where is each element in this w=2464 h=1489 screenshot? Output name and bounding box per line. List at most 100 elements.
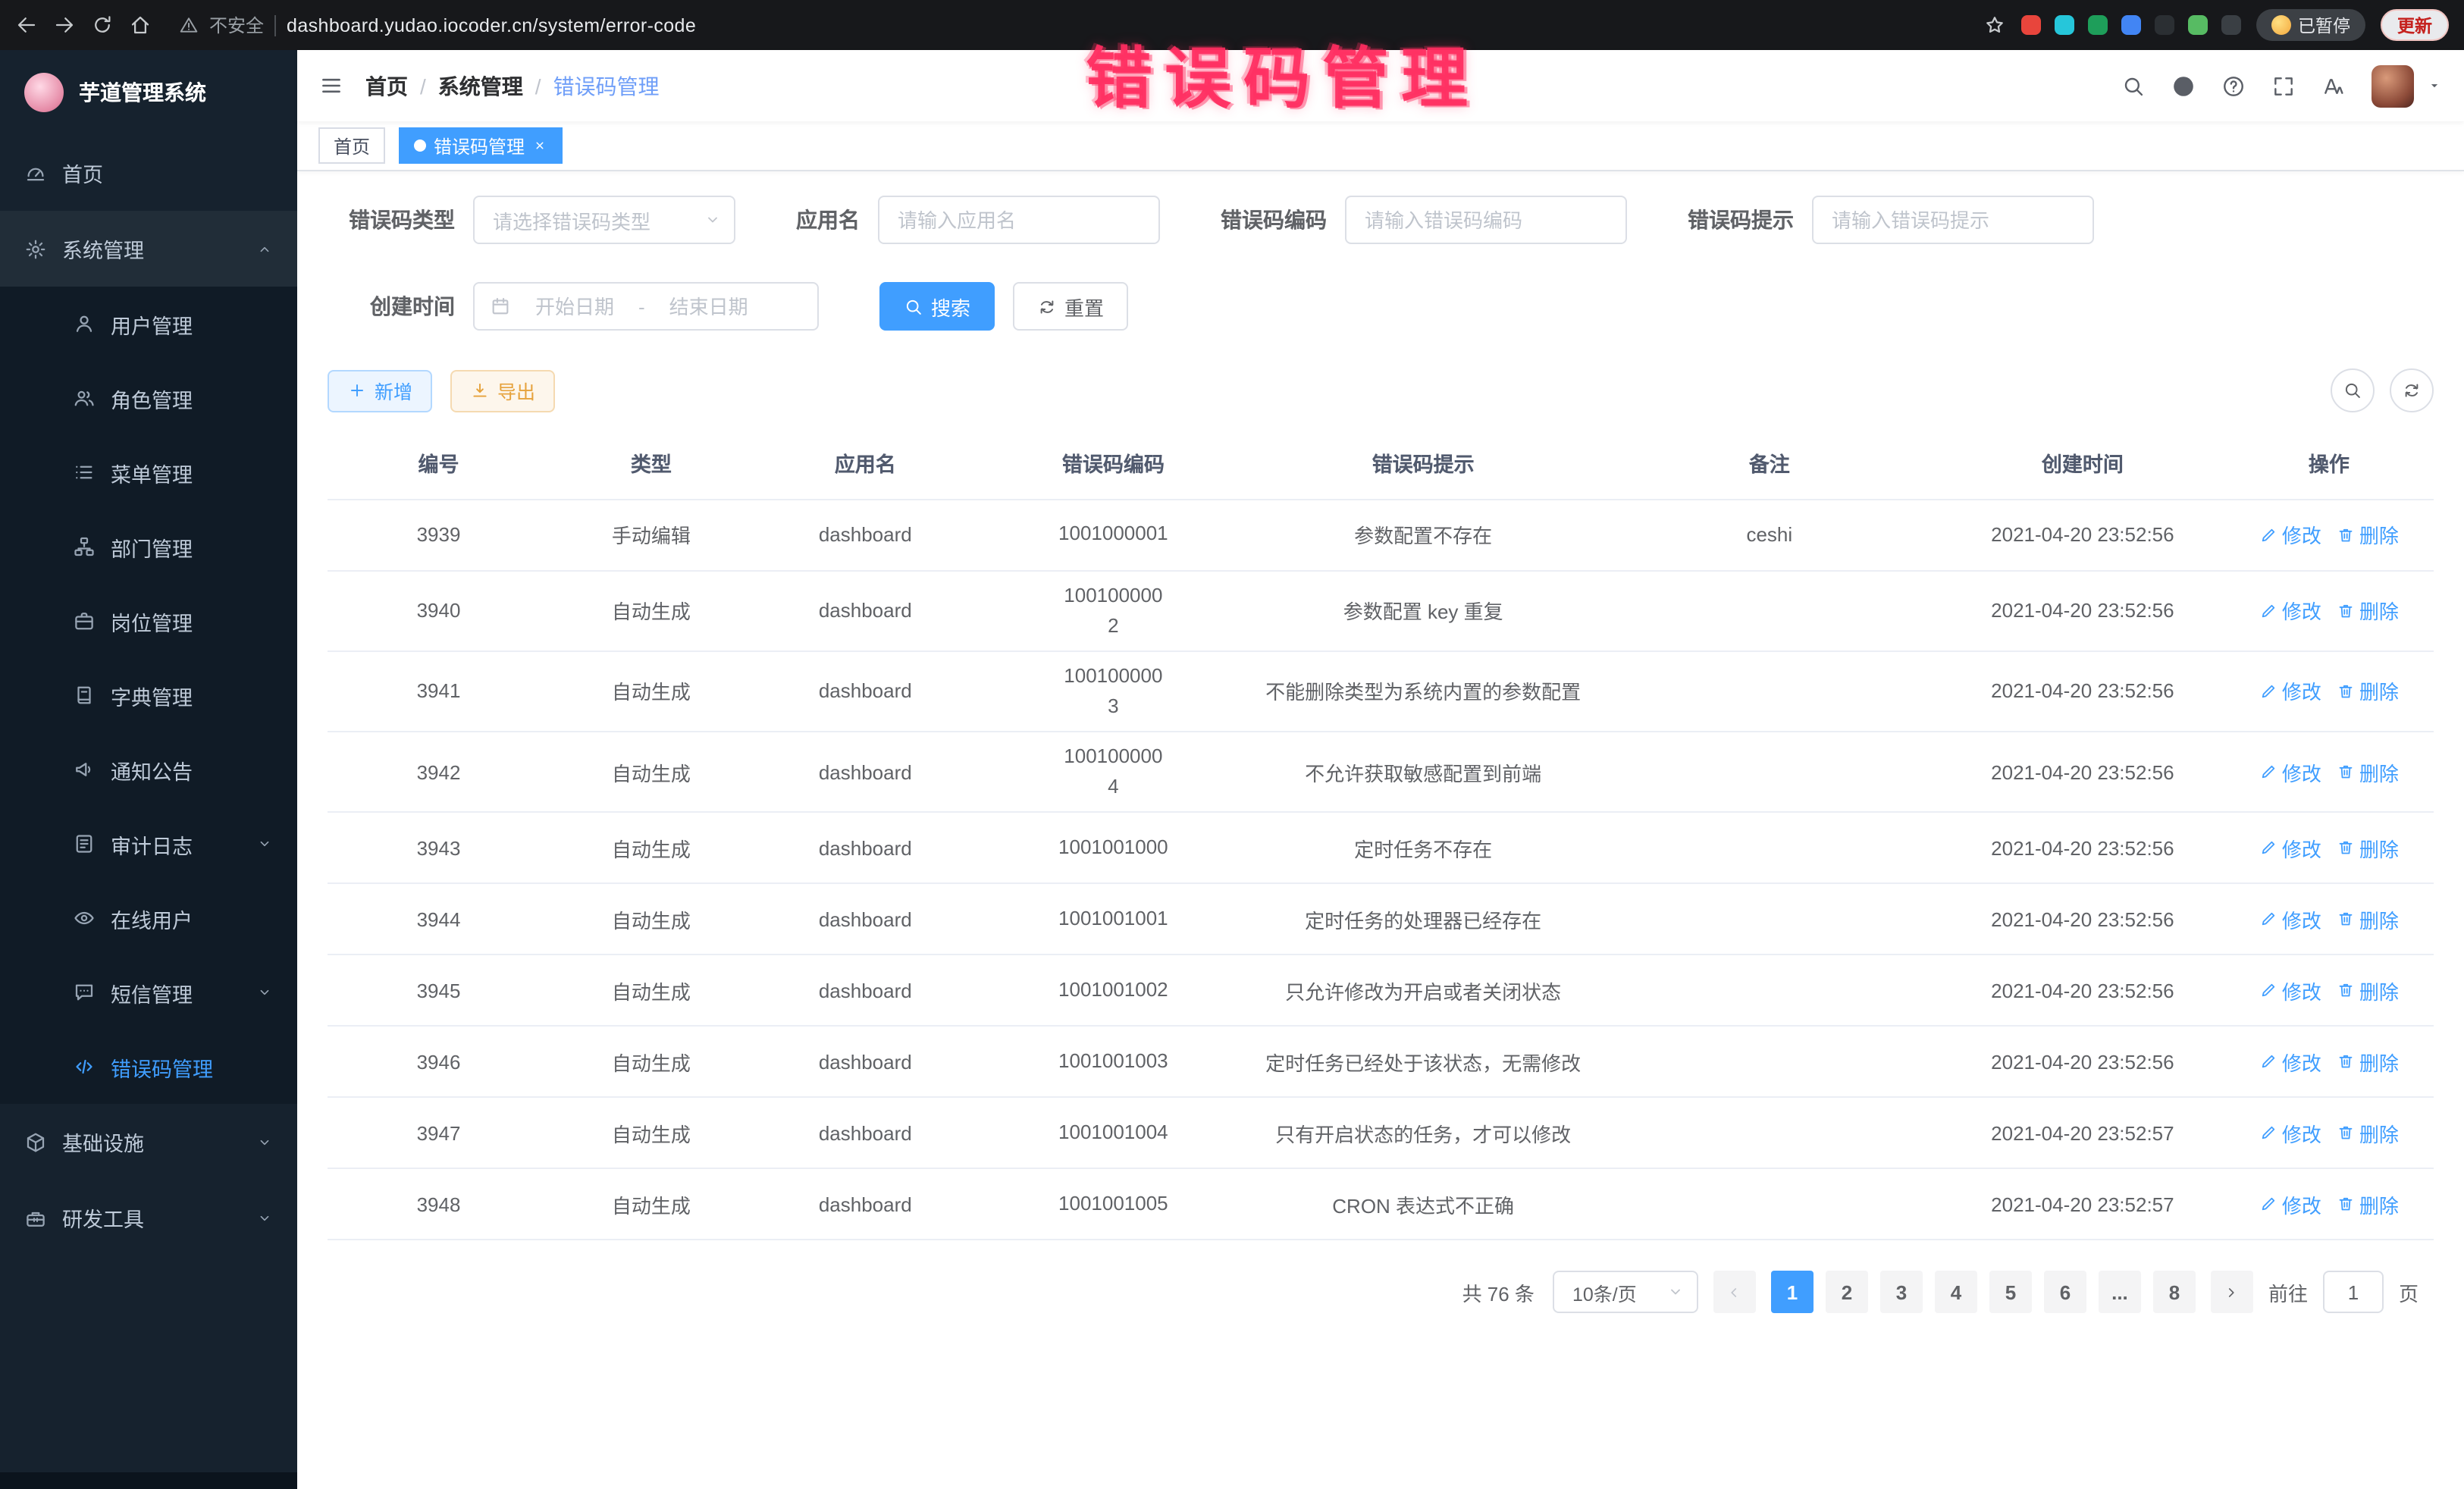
forward-icon[interactable] <box>53 14 76 36</box>
goto-page-input[interactable] <box>2323 1271 2384 1314</box>
back-icon[interactable] <box>15 14 38 36</box>
edit-link[interactable]: 修改 <box>2259 596 2321 625</box>
date-range-picker[interactable]: - <box>473 282 819 331</box>
fullscreen-icon[interactable] <box>2271 74 2296 98</box>
sidebar-item-dev-tool[interactable]: 研发工具 <box>0 1180 297 1255</box>
extension-icon[interactable] <box>2221 15 2240 35</box>
user-avatar[interactable] <box>2372 64 2414 107</box>
pager-page-1[interactable]: 1 <box>1771 1271 1814 1314</box>
breadcrumb-home[interactable]: 首页 <box>365 71 426 101</box>
update-pill[interactable]: 更新 <box>2381 9 2449 41</box>
sidebar-item-dict[interactable]: 字典管理 <box>0 658 297 732</box>
search-button[interactable]: 搜索 <box>879 282 995 331</box>
github-icon[interactable] <box>2171 74 2196 98</box>
sidebar-item-user[interactable]: 用户管理 <box>0 287 297 361</box>
edit-link[interactable]: 修改 <box>2259 834 2321 863</box>
close-icon[interactable] <box>532 138 547 153</box>
sidebar-item-sms[interactable]: 短信管理 <box>0 955 297 1030</box>
edit-link[interactable]: 修改 <box>2259 757 2321 786</box>
sidebar-item-audit-log[interactable]: 审计日志 <box>0 807 297 881</box>
delete-icon <box>2337 763 2355 781</box>
pager-more[interactable]: ... <box>2099 1271 2141 1314</box>
tag-label: 首页 <box>334 133 370 158</box>
logo[interactable]: 芋道管理系统 <box>0 50 297 135</box>
delete-link[interactable]: 删除 <box>2337 1190 2399 1219</box>
extension-icon[interactable] <box>2121 15 2140 35</box>
sidebar-item-online-user[interactable]: 在线用户 <box>0 881 297 955</box>
edit-link[interactable]: 修改 <box>2259 677 2321 706</box>
edit-link[interactable]: 修改 <box>2259 976 2321 1005</box>
refresh-table-button[interactable] <box>2390 368 2434 412</box>
search-icon[interactable] <box>2121 74 2146 98</box>
error-type-select[interactable]: 请选择错误码类型 <box>473 196 735 244</box>
error-msg-input[interactable] <box>1812 196 2094 244</box>
pager-page-3[interactable]: 3 <box>1880 1271 1923 1314</box>
extension-icon[interactable] <box>2154 15 2174 35</box>
pager-page-4[interactable]: 4 <box>1935 1271 1977 1314</box>
tag-error-code[interactable]: 错误码管理 <box>399 127 563 164</box>
pager-page-5[interactable]: 5 <box>1989 1271 2032 1314</box>
breadcrumb-system[interactable]: 系统管理 <box>438 71 541 101</box>
sidebar-item-error-code[interactable]: 错误码管理 <box>0 1030 297 1104</box>
help-icon[interactable] <box>2221 74 2246 98</box>
toggle-search-button[interactable] <box>2331 368 2375 412</box>
end-date-input[interactable] <box>654 295 763 318</box>
reset-button[interactable]: 重置 <box>1013 282 1128 331</box>
extension-icon[interactable] <box>2054 15 2074 35</box>
sidebar-item-label: 菜单管理 <box>111 457 193 487</box>
font-size-icon[interactable] <box>2321 74 2346 98</box>
edit-link[interactable]: 修改 <box>2259 905 2321 934</box>
extension-icon[interactable] <box>2020 15 2040 35</box>
home-icon[interactable] <box>129 14 152 36</box>
delete-link[interactable]: 删除 <box>2337 677 2399 706</box>
sidebar-item-menu[interactable]: 菜单管理 <box>0 435 297 509</box>
extension-icon[interactable] <box>2087 15 2107 35</box>
paused-pill[interactable]: 已暂停 <box>2256 9 2365 41</box>
page-size-select[interactable]: 10条/页 <box>1553 1271 1698 1314</box>
delete-link[interactable]: 删除 <box>2337 1119 2399 1148</box>
sidebar-item-home[interactable]: 首页 <box>0 135 297 211</box>
pager-page-2[interactable]: 2 <box>1826 1271 1868 1314</box>
edit-link[interactable]: 修改 <box>2259 1190 2321 1219</box>
edit-link[interactable]: 修改 <box>2259 520 2321 549</box>
add-button-label: 新增 <box>375 376 412 405</box>
sidebar-item-infra[interactable]: 基础设施 <box>0 1104 297 1180</box>
edit-link[interactable]: 修改 <box>2259 1048 2321 1077</box>
col-id: 编号 <box>328 428 550 499</box>
caret-down-icon[interactable] <box>2426 77 2443 94</box>
start-date-input[interactable] <box>520 295 629 318</box>
delete-link[interactable]: 删除 <box>2337 834 2399 863</box>
delete-link[interactable]: 删除 <box>2337 520 2399 549</box>
bookmark-star-icon[interactable] <box>1983 14 2005 36</box>
error-code-input[interactable] <box>1345 196 1627 244</box>
tag-home[interactable]: 首页 <box>318 127 385 164</box>
sidebar-item-post[interactable]: 岗位管理 <box>0 584 297 658</box>
delete-label: 删除 <box>2359 834 2399 863</box>
pager-page-8[interactable]: 8 <box>2153 1271 2196 1314</box>
sidebar-item-notice[interactable]: 通知公告 <box>0 732 297 807</box>
cell-ops: 修改删除 <box>2224 1098 2434 1169</box>
next-page-button[interactable] <box>2211 1271 2253 1314</box>
delete-icon <box>2337 1196 2355 1214</box>
delete-link[interactable]: 删除 <box>2337 1048 2399 1077</box>
sidebar-item-role[interactable]: 角色管理 <box>0 361 297 435</box>
cell-code: 1001001001 <box>978 884 1249 955</box>
hamburger-icon[interactable] <box>318 73 344 99</box>
prev-page-button[interactable] <box>1713 1271 1756 1314</box>
delete-link[interactable]: 删除 <box>2337 596 2399 625</box>
delete-link[interactable]: 删除 <box>2337 976 2399 1005</box>
edit-link[interactable]: 修改 <box>2259 1119 2321 1148</box>
export-button[interactable]: 导出 <box>450 369 555 412</box>
pager-page-6[interactable]: 6 <box>2044 1271 2086 1314</box>
reload-icon[interactable] <box>91 14 114 36</box>
address-bar[interactable]: 不安全 dashboard.yudao.iocoder.cn/system/er… <box>167 12 1967 38</box>
delete-link[interactable]: 删除 <box>2337 905 2399 934</box>
extension-icon[interactable] <box>2187 15 2207 35</box>
sidebar-item-dept[interactable]: 部门管理 <box>0 509 297 584</box>
sidebar-item-system[interactable]: 系统管理 <box>0 211 297 287</box>
delete-link[interactable]: 删除 <box>2337 757 2399 786</box>
sidebar-item-label: 岗位管理 <box>111 606 193 636</box>
add-button[interactable]: 新增 <box>328 369 432 412</box>
sidebar-collapse-bar[interactable] <box>0 1472 297 1489</box>
app-name-input[interactable] <box>878 196 1160 244</box>
